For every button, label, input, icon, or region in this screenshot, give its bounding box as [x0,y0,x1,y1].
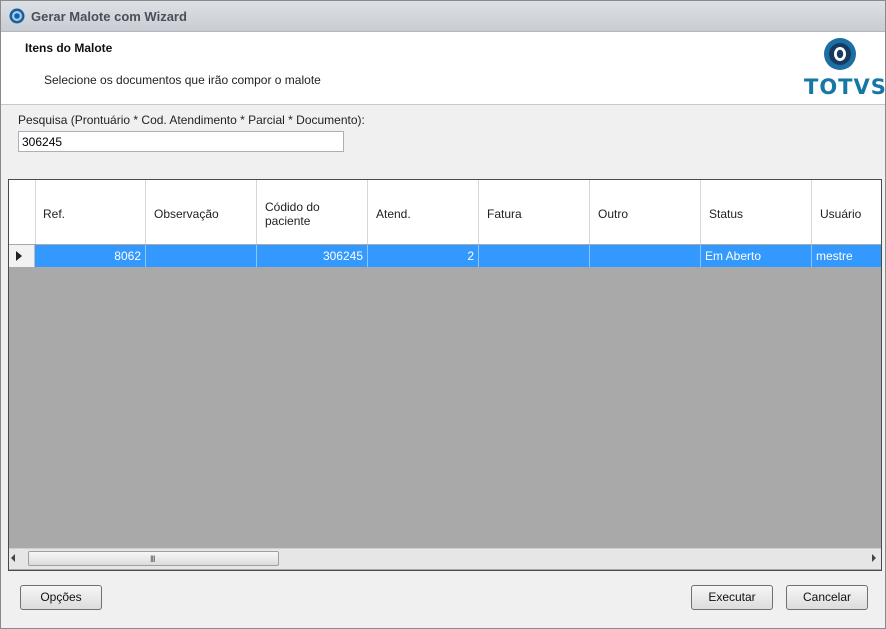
wizard-window: Gerar Malote com Wizard Itens do Malote … [0,0,886,629]
column-header-codigo-paciente[interactable]: Códido do paciente [257,180,368,244]
page-subtitle: Selecione os documentos que irão compor … [44,73,321,87]
table-row[interactable]: 8062 306245 2 Em Aberto mestre [9,245,881,267]
execute-button[interactable]: Executar [691,585,773,610]
cell-fatura[interactable] [479,245,590,267]
page-title: Itens do Malote [25,41,113,55]
app-icon [9,8,25,24]
scrollbar-thumb[interactable]: III [28,551,279,566]
scroll-right-icon[interactable] [872,554,876,562]
horizontal-scrollbar[interactable]: III [9,548,881,569]
items-grid[interactable]: Ref. Observação Códido do paciente Atend… [8,179,882,571]
column-header-atend[interactable]: Atend. [368,180,479,244]
totvs-logo-text: TOTVS [804,75,886,99]
column-header-usuario[interactable]: Usuário [812,180,881,244]
grid-corner [9,180,36,244]
row-pointer-icon [16,251,22,261]
column-header-observacao[interactable]: Observação [146,180,257,244]
scrollbar-grip: III [150,554,155,564]
cell-codigo-paciente[interactable]: 306245 [257,245,368,267]
title-bar: Gerar Malote com Wizard [1,1,885,32]
cell-ref[interactable]: 8062 [35,245,146,267]
wizard-header: Itens do Malote Selecione os documentos … [1,32,886,105]
totvs-logo: TOTVS [804,37,886,101]
column-header-fatura[interactable]: Fatura [479,180,590,244]
column-header-ref[interactable]: Ref. [35,180,146,244]
cancel-button[interactable]: Cancelar [786,585,868,610]
column-header-status[interactable]: Status [701,180,812,244]
window-title: Gerar Malote com Wizard [31,9,187,24]
totvs-logo-icon [824,38,856,70]
scroll-left-icon[interactable] [11,554,15,562]
cell-atend[interactable]: 2 [368,245,479,267]
row-selector[interactable] [9,245,35,267]
column-header-outro[interactable]: Outro [590,180,701,244]
cell-usuario[interactable]: mestre [812,245,881,267]
cell-observacao[interactable] [146,245,257,267]
grid-header: Ref. Observação Códido do paciente Atend… [9,180,881,244]
options-button[interactable]: Opções [20,585,102,610]
cell-status[interactable]: Em Aberto [701,245,812,267]
search-input[interactable] [18,131,344,152]
search-label: Pesquisa (Prontuário * Cod. Atendimento … [18,113,365,127]
cell-outro[interactable] [590,245,701,267]
